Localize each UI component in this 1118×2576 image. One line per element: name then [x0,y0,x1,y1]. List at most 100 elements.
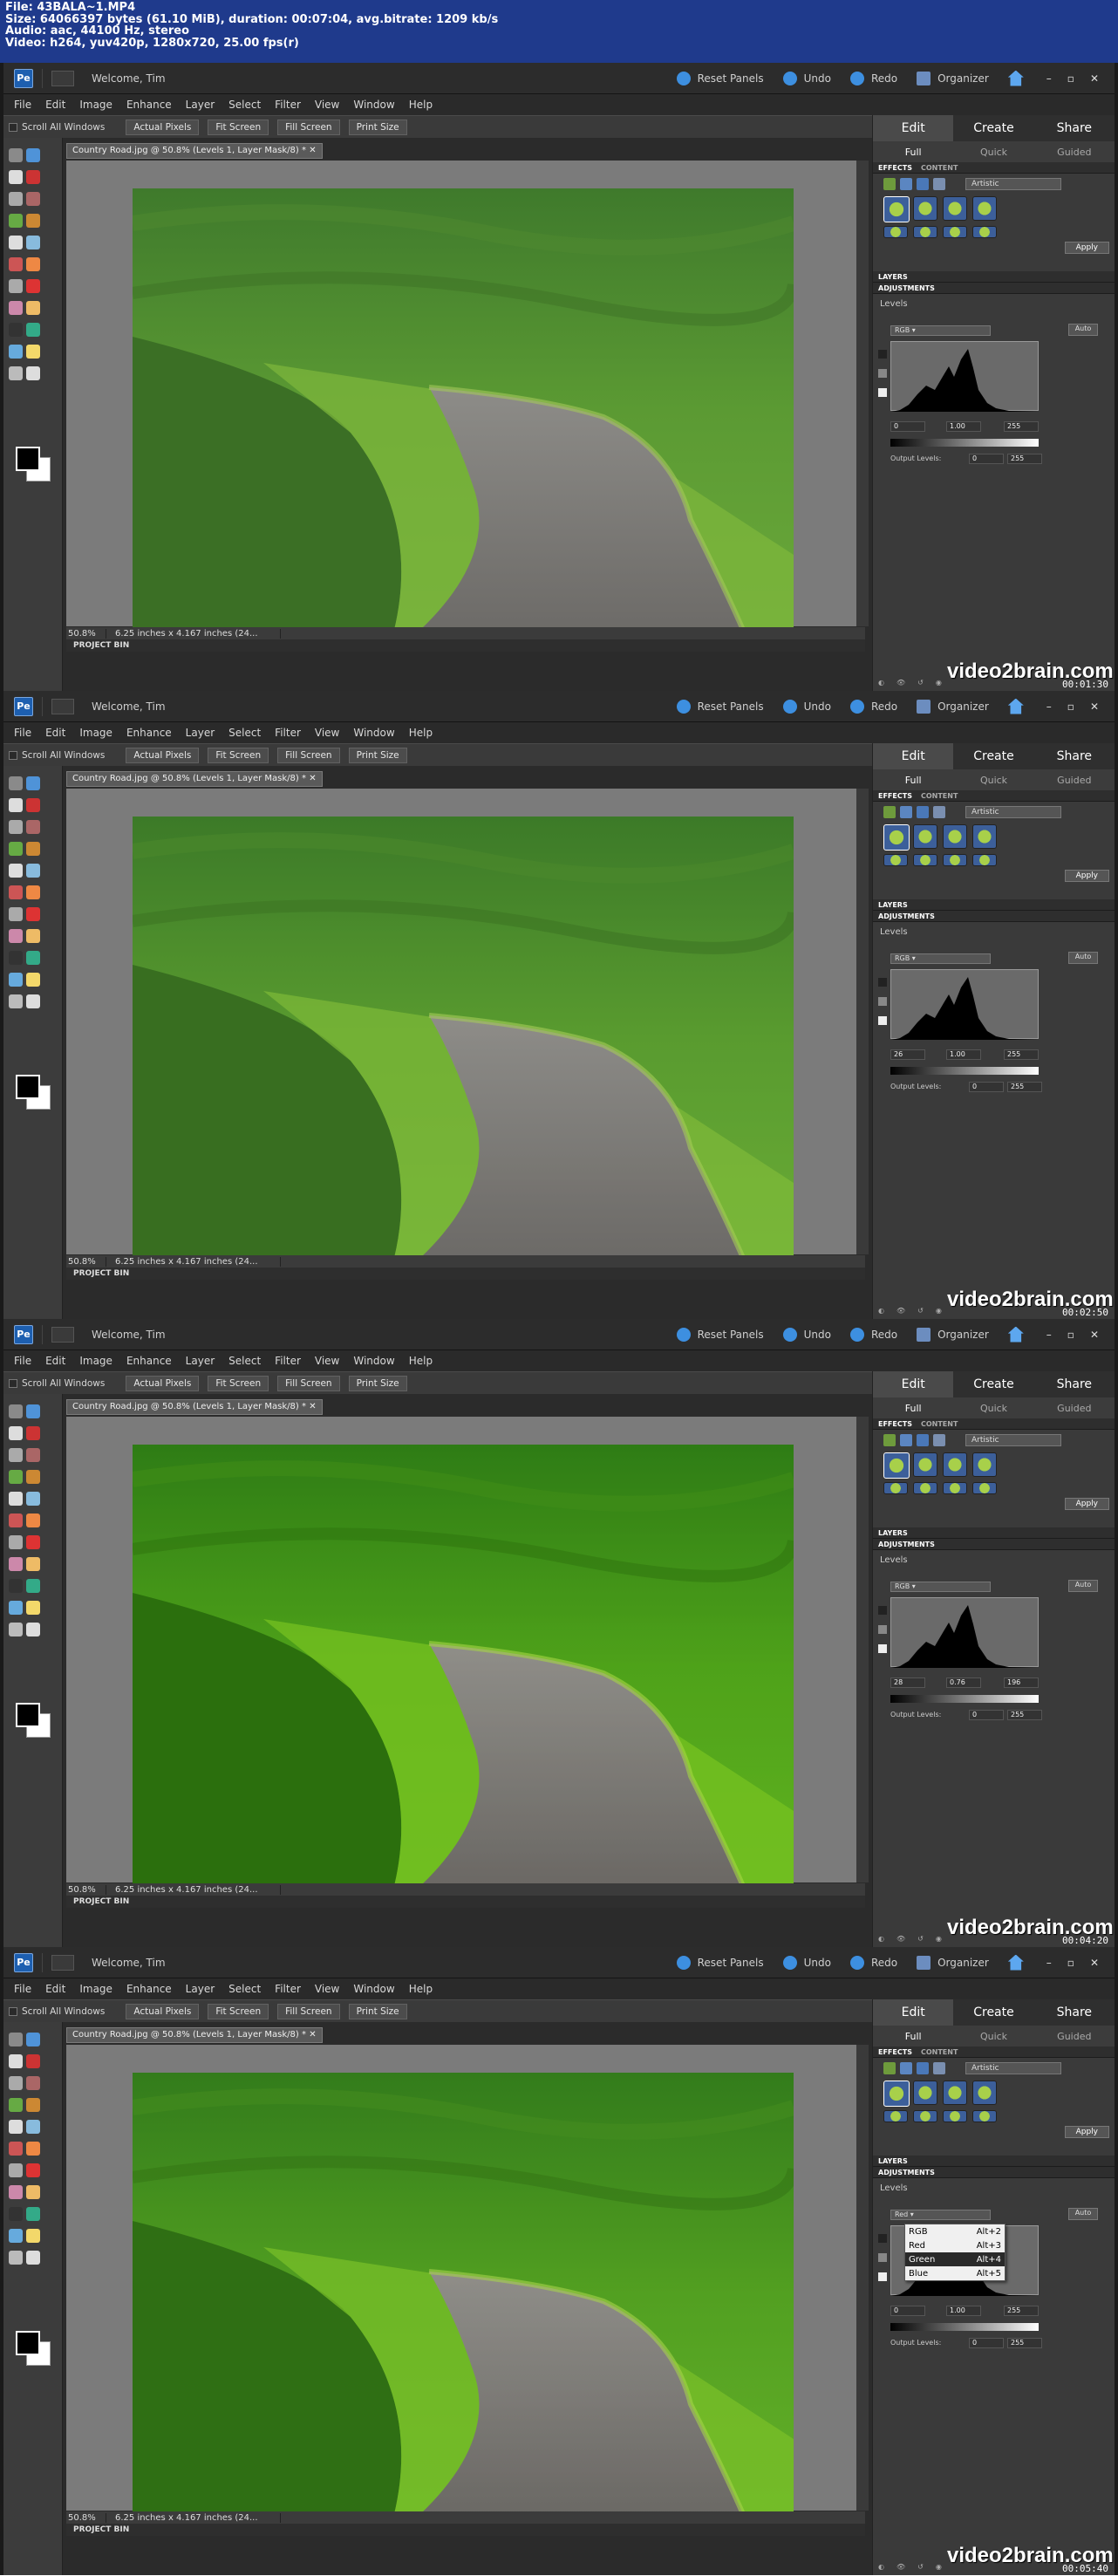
apply-button[interactable]: Apply [1064,870,1109,882]
tool-icon[interactable] [26,345,40,359]
tool-icon[interactable] [26,994,40,1008]
country-road-photo[interactable] [133,1445,794,1886]
menu-layer[interactable]: Layer [186,1983,215,1995]
tool-icon[interactable] [9,1535,23,1549]
tool-icon[interactable] [26,170,40,184]
input-white-field[interactable]: 255 [1004,421,1039,432]
tool-icon[interactable] [9,2076,23,2090]
undo-button[interactable]: Undo [782,1955,831,1970]
effect-thumbnail[interactable] [883,854,908,866]
workspace-button[interactable] [51,1326,74,1343]
tool-icon[interactable] [9,2054,23,2068]
menu-layer[interactable]: Layer [186,99,215,111]
tool-icon[interactable] [9,1557,23,1571]
workspace-button[interactable] [51,698,74,714]
auto-button[interactable]: Auto [1068,1580,1098,1592]
tool-icon[interactable] [9,1601,23,1615]
tool-icon[interactable] [9,2033,23,2046]
menu-filter[interactable]: Filter [275,99,301,111]
close-icon[interactable]: ✕ [1090,1329,1099,1341]
input-midtone-field[interactable]: 1.00 [946,1049,981,1060]
white-eyedropper-icon[interactable] [878,1016,887,1025]
effect-thumbnail[interactable] [913,2110,937,2122]
project-bin-bar[interactable]: PROJECT BIN [66,2524,865,2536]
menu-file[interactable]: File [14,99,31,111]
subtab-full[interactable]: Full [873,1397,953,1418]
tool-icon[interactable] [9,885,23,899]
effects-tab[interactable]: EFFECTS [878,164,912,172]
output-black-field[interactable]: 0 [969,1082,1004,1092]
minimize-icon[interactable]: – [1046,72,1052,85]
foreground-color-swatch[interactable] [16,1075,40,1099]
subtab-quick[interactable]: Quick [953,1397,1033,1418]
clip-icon[interactable]: ◐ [878,1935,884,1943]
redo-button[interactable]: Redo [849,699,897,714]
photo-effects-icon[interactable] [917,806,929,818]
effect-thumbnail[interactable] [972,226,997,238]
menu-help[interactable]: Help [409,727,433,739]
tool-icon[interactable] [26,1513,40,1527]
maximize-icon[interactable]: ▫ [1067,1957,1074,1969]
effect-thumbnail[interactable] [972,2110,997,2122]
menu-file[interactable]: File [14,1355,31,1367]
clip-icon[interactable]: ◐ [878,2563,884,2571]
tool-icon[interactable] [26,885,40,899]
organizer-button[interactable]: Organizer [917,699,989,714]
filters-icon[interactable] [883,2062,896,2074]
effect-thumbnail[interactable] [972,196,997,221]
tool-icon[interactable] [9,798,23,812]
tool-icon[interactable] [9,301,23,315]
tool-icon[interactable] [9,192,23,206]
subtab-full[interactable]: Full [873,2026,953,2046]
tool-icon[interactable] [26,951,40,965]
fill-screen-button[interactable]: Fill Screen [277,1375,340,1391]
menu-file[interactable]: File [14,727,31,739]
reset-panels-button[interactable]: Reset Panels [676,71,764,85]
print-size-button[interactable]: Print Size [348,119,407,135]
tool-icon[interactable] [26,907,40,921]
tool-icon[interactable] [26,2033,40,2046]
tab-edit[interactable]: Edit [873,743,954,769]
tool-icon[interactable] [26,929,40,943]
print-size-button[interactable]: Print Size [348,747,407,763]
adjustments-header[interactable]: ADJUSTMENTS [873,283,1115,294]
vertical-scrollbar[interactable] [856,2045,869,2511]
reset-panels-button[interactable]: Reset Panels [676,1327,764,1342]
effect-thumbnail[interactable] [913,854,937,866]
channel-option-blue[interactable]: Blue Alt+5 [905,2266,1005,2280]
tool-icon[interactable] [26,323,40,337]
filters-icon[interactable] [883,1434,896,1446]
output-black-field[interactable]: 0 [969,1710,1004,1720]
view-previous-icon[interactable]: 👁 [896,2563,905,2571]
menu-select[interactable]: Select [228,1983,261,1995]
tab-edit[interactable]: Edit [873,1999,954,2026]
menu-filter[interactable]: Filter [275,1983,301,1995]
tool-icon[interactable] [9,214,23,228]
tool-icon[interactable] [9,907,23,921]
effect-thumbnail[interactable] [883,2081,910,2107]
effect-thumbnail[interactable] [943,226,967,238]
effects-tab[interactable]: EFFECTS [878,2048,912,2056]
tab-edit[interactable]: Edit [873,1371,954,1397]
tab-share[interactable]: Share [1034,743,1115,769]
effect-thumbnail[interactable] [943,2081,967,2105]
tool-icon[interactable] [26,1404,40,1418]
fill-screen-button[interactable]: Fill Screen [277,2003,340,2019]
country-road-photo[interactable] [133,817,794,1258]
apply-button[interactable]: Apply [1064,1498,1109,1510]
reset-icon[interactable]: ↺ [917,1307,924,1315]
auto-button[interactable]: Auto [1068,2208,1098,2220]
tool-icon[interactable] [9,236,23,249]
show-all-icon[interactable] [933,178,945,190]
tool-icon[interactable] [9,2098,23,2112]
tool-icon[interactable] [9,2185,23,2199]
white-eyedropper-icon[interactable] [878,388,887,397]
white-eyedropper-icon[interactable] [878,1644,887,1653]
clip-icon[interactable]: ◐ [878,1307,884,1315]
menu-view[interactable]: View [315,1983,339,1995]
output-black-field[interactable]: 0 [969,454,1004,464]
actual-pixels-button[interactable]: Actual Pixels [126,1375,200,1391]
input-black-field[interactable]: 0 [890,421,925,432]
tool-icon[interactable] [26,2142,40,2156]
home-icon[interactable] [1007,1326,1024,1343]
